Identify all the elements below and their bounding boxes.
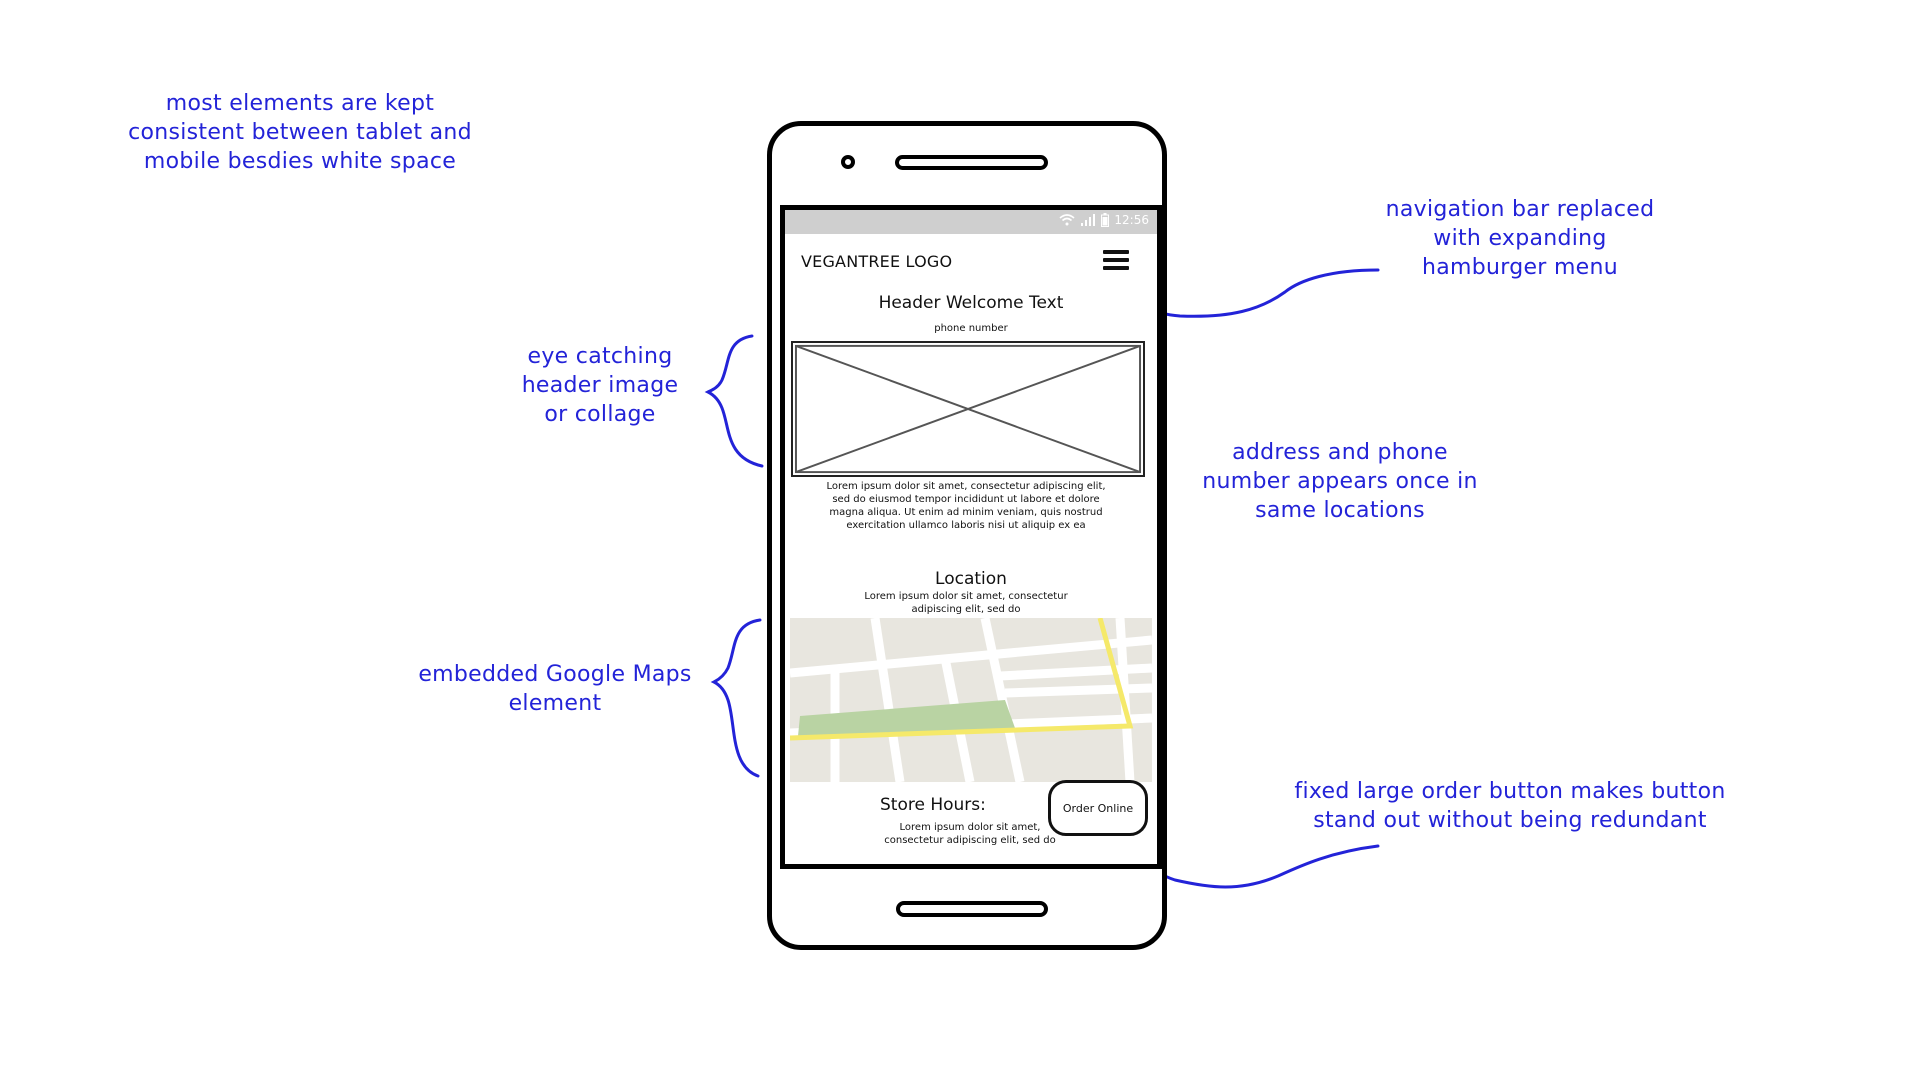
- note-line: element: [508, 691, 602, 716]
- note-line: embedded Google Maps: [418, 662, 692, 687]
- note-line: eye catching: [527, 344, 673, 369]
- note-line: most elements are kept: [165, 91, 435, 116]
- note-line: consistent between tablet and: [128, 120, 472, 145]
- store-hours-heading: Store Hours:: [880, 795, 986, 815]
- order-online-button[interactable]: Order Online: [1048, 780, 1148, 836]
- note-maps: embedded Google Maps element: [405, 660, 705, 718]
- location-text: Lorem ipsum dolor sit amet, consectetur …: [864, 591, 1068, 615]
- status-icons: 12:56: [1059, 213, 1149, 227]
- google-map-embed[interactable]: [790, 618, 1152, 782]
- wifi-icon: [1059, 214, 1075, 226]
- signal-icon: [1081, 214, 1096, 226]
- status-bar: 12:56: [785, 210, 1157, 234]
- note-line: number appears once in: [1202, 469, 1478, 494]
- map-graphic: [790, 618, 1152, 782]
- note-line: stand out without being redundant: [1313, 808, 1707, 833]
- note-line: with expanding: [1433, 226, 1607, 251]
- header-welcome-text: Header Welcome Text: [878, 293, 1064, 313]
- phone-screen: 12:56 VEGANTREE LOGO Header Welcome Text…: [780, 205, 1162, 869]
- header-image-placeholder: [791, 341, 1145, 477]
- store-hours-text: Lorem ipsum dolor sit amet, consectetur …: [884, 822, 1056, 846]
- app-logo[interactable]: VEGANTREE LOGO: [801, 252, 952, 271]
- location-heading: Location: [935, 569, 1007, 589]
- note-header-image: eye catching header image or collage: [480, 342, 720, 429]
- intro-paragraph: Lorem ipsum dolor sit amet, consectetur …: [826, 481, 1106, 531]
- home-button[interactable]: [896, 901, 1048, 917]
- note-navigation: navigation bar replaced with expanding h…: [1330, 195, 1710, 282]
- note-address: address and phone number appears once in…: [1160, 438, 1520, 525]
- note-consistency: most elements are kept consistent betwee…: [100, 89, 500, 176]
- note-line: or collage: [544, 402, 656, 427]
- note-line: header image: [521, 373, 679, 398]
- note-line: address and phone: [1232, 440, 1448, 465]
- status-time: 12:56: [1114, 213, 1149, 227]
- note-line: hamburger menu: [1421, 255, 1618, 280]
- battery-icon: [1101, 213, 1110, 227]
- brace-google-maps: [710, 618, 762, 778]
- note-line: navigation bar replaced: [1385, 197, 1655, 222]
- arrow-order: [1128, 838, 1380, 889]
- phone-number[interactable]: phone number: [785, 323, 1157, 334]
- note-line: same locations: [1255, 498, 1425, 523]
- note-line: fixed large order button makes button: [1294, 779, 1726, 804]
- image-placeholder-icon: [794, 344, 1142, 474]
- hamburger-menu-icon[interactable]: [1103, 250, 1129, 274]
- note-order-button: fixed large order button makes button st…: [1270, 777, 1750, 835]
- speaker-grille: [895, 155, 1048, 170]
- note-line: mobile besdies white space: [143, 149, 457, 174]
- camera-icon: [841, 155, 855, 169]
